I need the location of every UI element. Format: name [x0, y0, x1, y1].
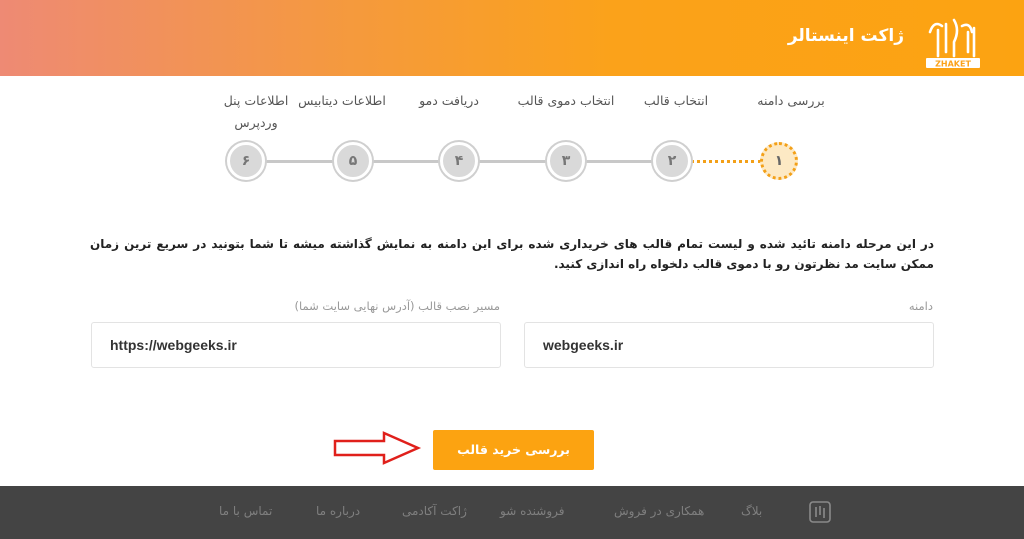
step-label-4: دریافت دمو: [419, 93, 479, 108]
step-circle-5: ۵: [334, 142, 372, 180]
arrow-right-icon: [333, 431, 422, 465]
header-bar: ZHAKET ژاکت اینستالر: [0, 0, 1024, 76]
step-circle-6: ۶: [227, 142, 265, 180]
step-circle-2: ۲: [653, 142, 691, 180]
step-circle-4: ۴: [440, 142, 478, 180]
footer-link-affiliate[interactable]: همکاری در فروش: [614, 504, 704, 518]
install-path-field[interactable]: https://webgeeks.ir: [91, 322, 501, 368]
step-progress: اطلاعات پنل وردپرس اطلاعات دیتابیس دریاف…: [0, 80, 1024, 190]
domain-field[interactable]: webgeeks.ir: [524, 322, 934, 368]
step-label-5: اطلاعات دیتابیس: [298, 93, 386, 108]
app-title: ژاکت اینستالر: [787, 26, 904, 46]
footer-link-academy[interactable]: ژاکت آکادمی: [402, 504, 467, 518]
step-label-2: انتخاب قالب: [643, 93, 709, 108]
zhaket-logo-icon[interactable]: ZHAKET: [924, 12, 982, 70]
step-circle-1: ۱: [760, 142, 798, 180]
footer-logo-icon[interactable]: [809, 501, 831, 523]
footer-bar: بلاگ همکاری در فروش فروشنده شو ژاکت آکاد…: [0, 486, 1024, 539]
install-path-label: مسیر نصب قالب (آدرس نهایی سایت شما): [294, 299, 500, 313]
footer-link-contact[interactable]: تماس با ما: [219, 504, 272, 518]
footer-link-blog[interactable]: بلاگ: [741, 504, 762, 518]
svg-text:ZHAKET: ZHAKET: [935, 60, 971, 69]
check-purchase-button[interactable]: بررسی خرید قالب: [433, 430, 594, 470]
step-description: در این مرحله دامنه تائید شده و لیست تمام…: [90, 237, 934, 271]
step-circle-3: ۳: [547, 142, 585, 180]
step-label-3: انتخاب دموی قالب: [517, 93, 615, 108]
step-connector-active: [690, 160, 762, 163]
step-label-1: بررسی دامنه: [757, 93, 825, 108]
footer-link-become-seller[interactable]: فروشنده شو: [500, 504, 564, 518]
domain-label: دامنه: [908, 299, 933, 313]
footer-link-about[interactable]: درباره ما: [316, 504, 360, 518]
